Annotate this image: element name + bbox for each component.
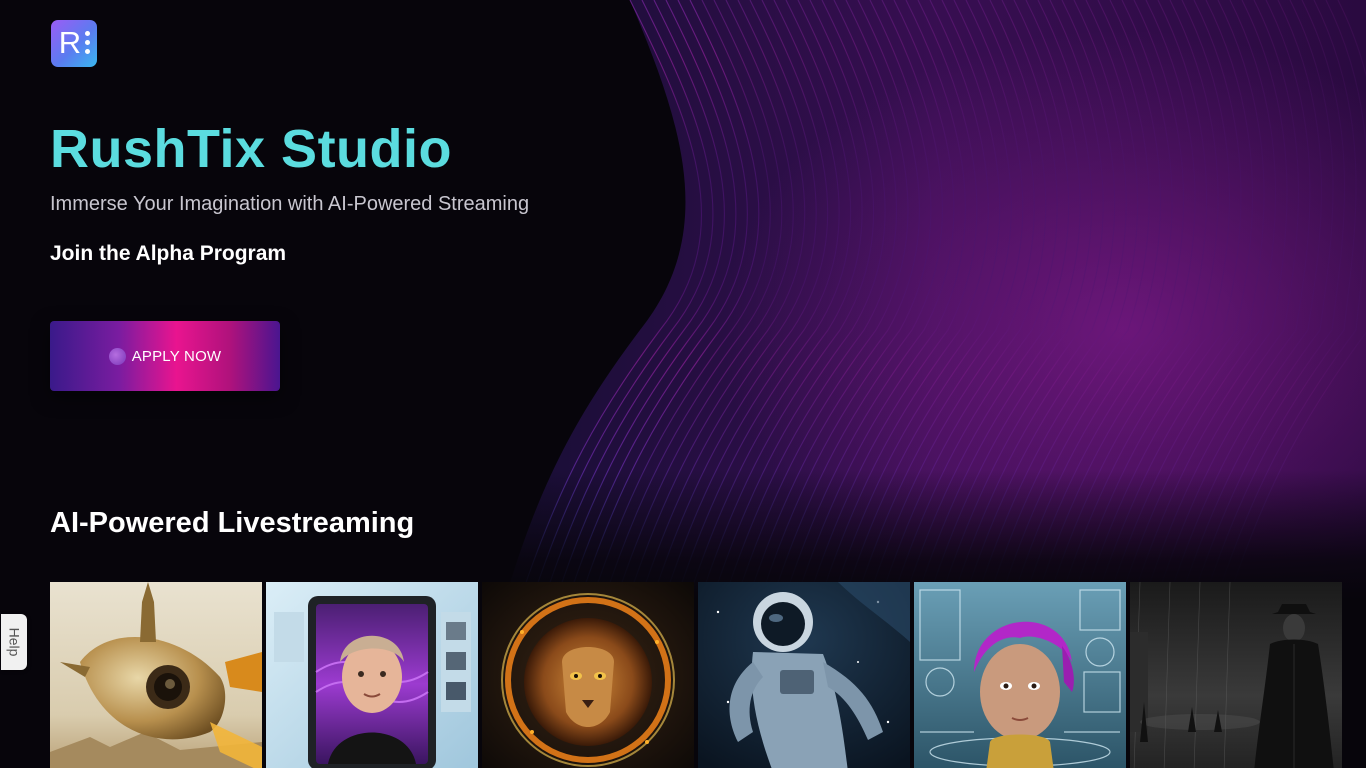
card-purple-hair-avatar[interactable] xyxy=(914,582,1126,768)
section-title: AI-Powered Livestreaming xyxy=(50,507,415,539)
card-fire-lion[interactable] xyxy=(482,582,694,768)
landing-page: R RushTix Studio Immerse Your Imaginatio… xyxy=(0,0,1366,768)
alpha-program-heading: Join the Alpha Program xyxy=(50,242,287,265)
steampunk-rocket-image xyxy=(50,582,262,768)
card-steampunk-rocket[interactable] xyxy=(50,582,262,768)
apply-dot-icon xyxy=(108,347,126,365)
help-label: Help xyxy=(6,627,23,657)
help-tab[interactable]: Help xyxy=(1,614,27,670)
purple-hair-avatar-image xyxy=(914,582,1126,768)
card-astronaut[interactable] xyxy=(698,582,910,768)
logo-letter: R xyxy=(58,25,82,60)
apply-now-button[interactable]: APPLY NOW xyxy=(50,321,280,391)
card-ai-avatar-shopping[interactable] xyxy=(266,582,478,768)
ai-avatar-shopping-image xyxy=(266,582,478,768)
page-title: RushTix Studio xyxy=(50,119,453,179)
apply-now-label: APPLY NOW xyxy=(131,347,222,365)
livestream-card-row xyxy=(50,582,1342,768)
logo-dots xyxy=(85,31,90,54)
hero-subtitle: Immerse Your Imagination with AI-Powered… xyxy=(50,193,530,215)
noir-detective-image xyxy=(1130,582,1342,768)
brand-logo[interactable]: R xyxy=(51,20,97,67)
card-noir-detective[interactable] xyxy=(1130,582,1342,768)
fire-lion-image xyxy=(482,582,694,768)
astronaut-image xyxy=(698,582,910,768)
